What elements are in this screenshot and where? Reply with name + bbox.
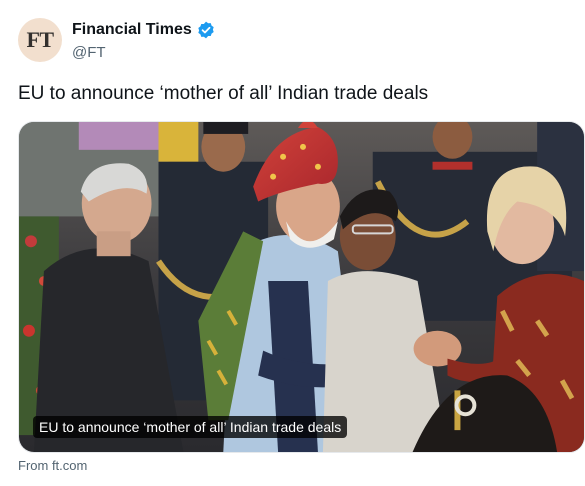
link-card[interactable]: EU to announce ‘mother of all’ Indian tr…	[18, 121, 585, 453]
tweet-text: EU to announce ‘mother of all’ Indian tr…	[18, 83, 429, 104]
avatar[interactable]: FT	[18, 18, 62, 62]
author-name-row: Financial Times	[72, 21, 215, 39]
avatar-logo-text: FT	[26, 27, 54, 52]
account-handle[interactable]: @FT	[72, 44, 106, 61]
card-headline: EU to announce ‘mother of all’ Indian tr…	[33, 416, 348, 438]
verified-badge-icon	[198, 21, 214, 39]
card-source-link[interactable]: From ft.com	[18, 458, 87, 473]
display-name[interactable]: Financial Times	[72, 21, 192, 39]
article-photo	[19, 122, 584, 452]
tweet: FT Financial Times @FT EU to announce ‘m…	[0, 0, 585, 486]
